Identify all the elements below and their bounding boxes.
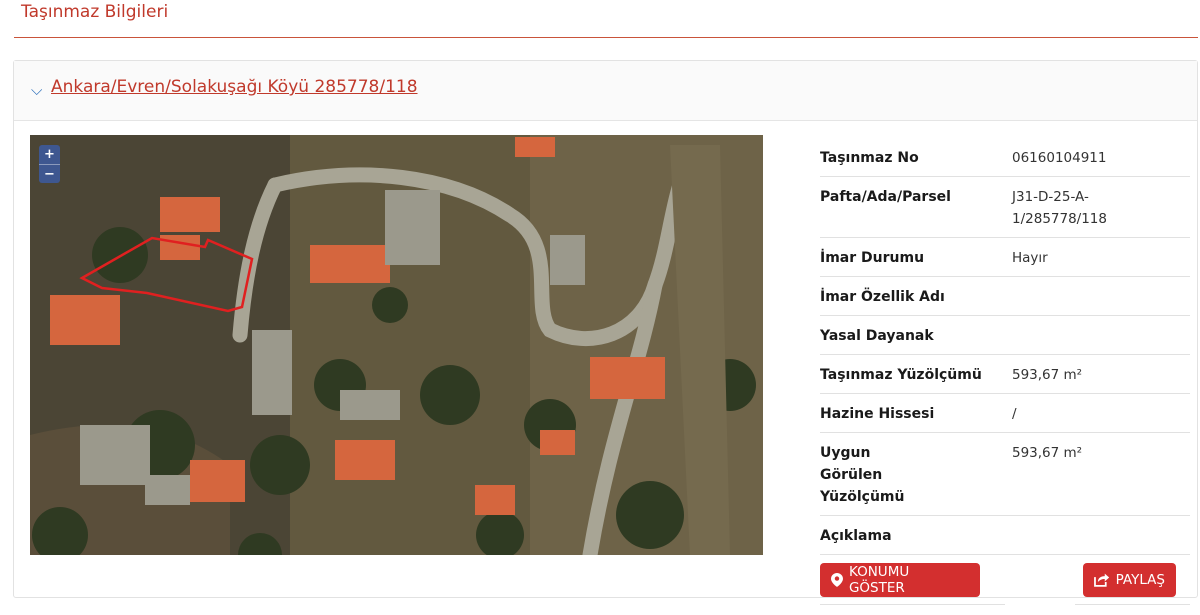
- share-label: PAYLAŞ: [1115, 572, 1165, 588]
- map-zoom-control: + −: [39, 145, 60, 183]
- detail-row: Taşınmaz Yüzölçümü 593,67 m²: [820, 355, 1190, 394]
- map-imagery: [30, 135, 763, 555]
- zoom-in-button[interactable]: +: [39, 145, 60, 164]
- detail-value: J31-D-25-A-1/285778/118: [1012, 189, 1107, 227]
- parcel-card-header[interactable]: ⌵ Ankara/Evren/Solakuşağı Köyü 285778/11…: [14, 61, 1197, 121]
- detail-label: Uygun Görülen Yüzölçümü: [820, 445, 905, 505]
- detail-value: [1012, 316, 1190, 354]
- chevron-down-icon[interactable]: ⌵: [31, 81, 42, 99]
- zoom-out-button[interactable]: −: [39, 164, 60, 183]
- detail-row: Pafta/Ada/Parsel J31-D-25-A-1/285778/118: [820, 177, 1190, 238]
- parcel-card: ⌵ Ankara/Evren/Solakuşağı Köyü 285778/11…: [13, 60, 1198, 605]
- detail-label: Taşınmaz Yüzölçümü: [820, 367, 982, 383]
- detail-value: 06160104911: [1012, 150, 1107, 166]
- divider: [820, 604, 1005, 605]
- action-row: KONUMU GÖSTER PAYLAŞ: [820, 555, 1190, 615]
- detail-label: Taşınmaz No: [820, 150, 919, 166]
- satellite-map[interactable]: + −: [30, 135, 763, 555]
- detail-row: İmar Durumu Hayır: [820, 238, 1190, 277]
- detail-label: Yasal Dayanak: [820, 328, 934, 344]
- detail-row: İmar Özellik Adı: [820, 277, 1190, 316]
- share-icon: [1094, 573, 1110, 587]
- show-location-label: KONUMU GÖSTER: [848, 564, 910, 596]
- share-button[interactable]: PAYLAŞ: [1083, 563, 1176, 597]
- detail-value: Hayır: [1012, 250, 1048, 266]
- page-title: Taşınmaz Bilgileri: [21, 2, 169, 22]
- map-marker-icon: [831, 573, 843, 587]
- detail-value: /: [1012, 406, 1017, 422]
- detail-label: İmar Durumu: [820, 250, 925, 266]
- detail-row: Taşınmaz No 06160104911: [820, 138, 1190, 177]
- divider: [1075, 604, 1190, 605]
- detail-row: Yasal Dayanak: [820, 316, 1190, 355]
- detail-row: Hazine Hissesi /: [820, 394, 1190, 433]
- show-location-button[interactable]: KONUMU GÖSTER: [820, 563, 980, 597]
- detail-value: [1012, 277, 1190, 315]
- detail-label: İmar Özellik Adı: [820, 289, 945, 305]
- parcel-title-link[interactable]: Ankara/Evren/Solakuşağı Köyü 285778/118: [51, 77, 418, 97]
- detail-label: Hazine Hissesi: [820, 406, 935, 422]
- detail-value: 593,67 m²: [1012, 445, 1083, 461]
- detail-value: [1012, 516, 1190, 554]
- detail-label: Pafta/Ada/Parsel: [820, 189, 951, 205]
- detail-row: Uygun Görülen Yüzölçümü 593,67 m²: [820, 433, 1190, 516]
- detail-row: Açıklama: [820, 516, 1190, 555]
- parcel-details-table: Taşınmaz No 06160104911 Pafta/Ada/Parsel…: [820, 138, 1190, 615]
- page-header: Taşınmaz Bilgileri: [14, 0, 1198, 38]
- detail-label: Açıklama: [820, 528, 892, 544]
- detail-value: 593,67 m²: [1012, 367, 1083, 383]
